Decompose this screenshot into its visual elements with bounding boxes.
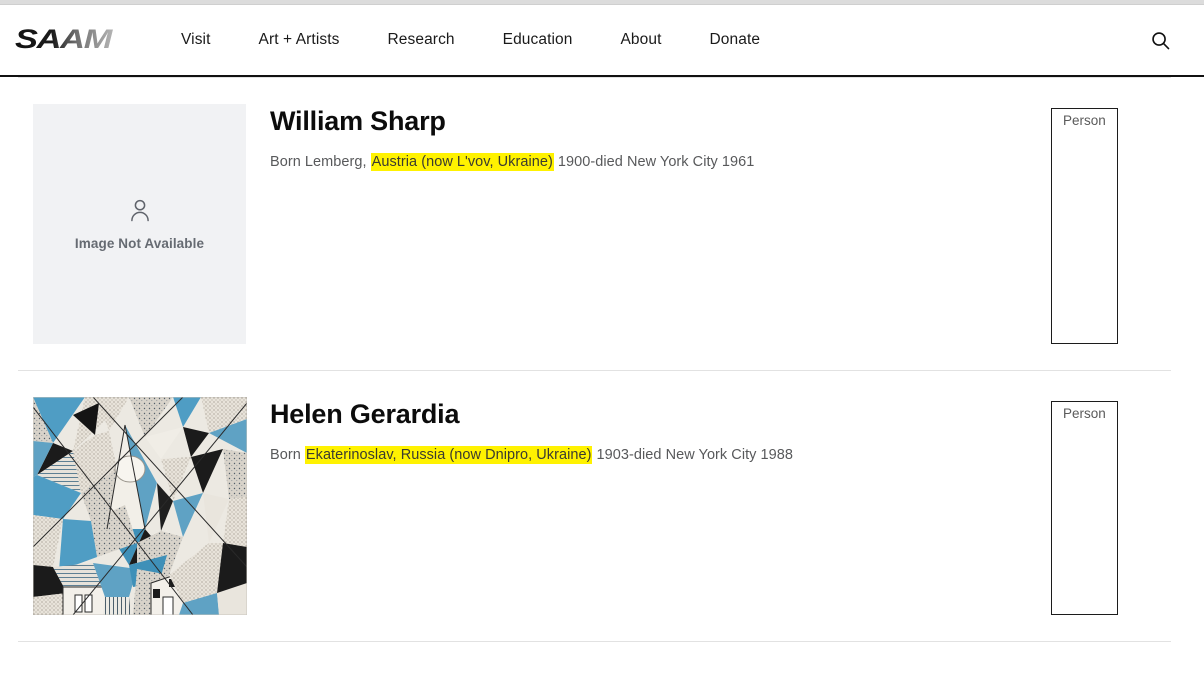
result-info: Helen Gerardia Born Ekaterinoslav, Russi… — [246, 397, 1051, 615]
artwork-thumbnail[interactable] — [33, 397, 247, 615]
result-thumbnail[interactable] — [33, 397, 247, 615]
nav-item-donate[interactable]: Donate — [686, 25, 785, 55]
result-description: Born Ekaterinoslav, Russia (now Dnipro, … — [270, 445, 1051, 466]
saam-logo[interactable]: SAAM — [15, 25, 113, 55]
result-title[interactable]: William Sharp — [270, 106, 1051, 137]
search-icon — [1151, 31, 1169, 49]
desc-highlight: Austria (now L'vov, Ukraine) — [370, 153, 554, 172]
search-button[interactable] — [1146, 26, 1174, 54]
result-badge-container: Person — [1051, 104, 1171, 344]
result-divider-bottom — [18, 641, 1171, 642]
desc-before: Born — [270, 447, 305, 464]
result-description: Born Lemberg, Austria (now L'vov, Ukrain… — [270, 152, 1051, 173]
status-badge[interactable]: Person — [1051, 108, 1118, 344]
desc-highlight: Ekaterinoslav, Russia (now Dnipro, Ukrai… — [304, 446, 593, 465]
nav-item-education[interactable]: Education — [479, 25, 597, 55]
status-badge[interactable]: Person — [1051, 401, 1118, 615]
person-icon — [130, 199, 149, 221]
nav-item-about[interactable]: About — [596, 25, 685, 55]
nav-item-research[interactable]: Research — [364, 25, 479, 55]
result-title[interactable]: Helen Gerardia — [270, 399, 1051, 430]
nav-item-art-artists[interactable]: Art + Artists — [235, 25, 364, 55]
site-header: SAAM Visit Art + Artists Research Educat… — [0, 5, 1204, 77]
image-not-available-placeholder: Image Not Available — [33, 104, 246, 344]
result-badge-container: Person — [1051, 397, 1171, 615]
search-results-list: Image Not Available William Sharp Born L… — [0, 77, 1204, 679]
result-info: William Sharp Born Lemberg, Austria (now… — [246, 104, 1051, 344]
desc-after: 1903-died New York City 1988 — [592, 447, 794, 464]
table-row[interactable]: Image Not Available William Sharp Born L… — [0, 78, 1204, 370]
nav-item-visit[interactable]: Visit — [157, 25, 235, 55]
main-nav: Visit Art + Artists Research Education A… — [157, 25, 784, 55]
desc-before: Born Lemberg, — [270, 154, 371, 171]
saam-logo-text: SAAM — [15, 25, 113, 54]
placeholder-label: Image Not Available — [74, 235, 205, 251]
desc-after: 1900-died New York City 1961 — [553, 154, 755, 171]
table-row[interactable]: Helen Gerardia Born Ekaterinoslav, Russi… — [0, 371, 1204, 641]
result-thumbnail[interactable]: Image Not Available — [33, 104, 246, 344]
